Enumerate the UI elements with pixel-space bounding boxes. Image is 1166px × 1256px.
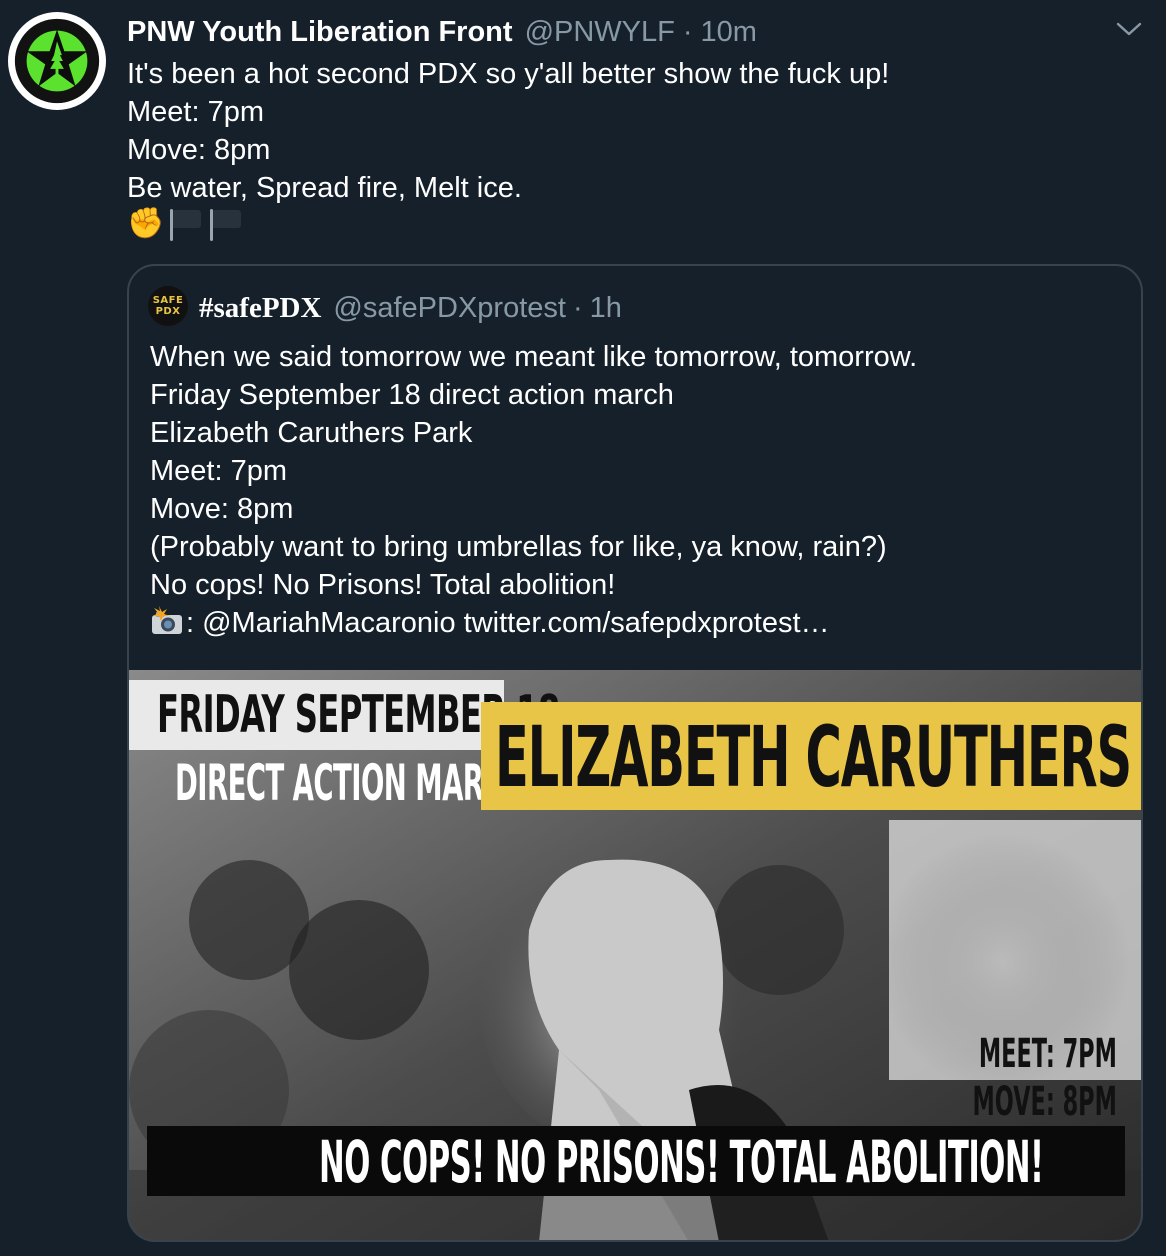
black-flag-icon (168, 207, 204, 241)
tweet-line: Move: 8pm (127, 134, 271, 166)
black-flag-icon (208, 207, 244, 241)
photo-credit[interactable]: : @MariahMacaronio twitter.com/safepdxpr… (186, 607, 830, 639)
flyer-meet-time: MEET: 7PM (978, 1031, 1117, 1077)
quote-avatar[interactable]: SAFE PDX (148, 286, 188, 326)
quote-text: When we said tomorrow we meant like tomo… (150, 338, 1130, 642)
tweet-line: It's been a hot second PDX so y'all bett… (127, 58, 890, 90)
tweet-line: Be water, Spread fire, Melt ice. (127, 172, 522, 204)
flyer-location: ELIZABETH CARUTHERS PARK (495, 708, 1141, 806)
quote-handle[interactable]: @safePDXprotest (333, 292, 566, 325)
tweet-header: PNW Youth Liberation Front @PNWYLF · 10m (127, 12, 757, 52)
quote-line: When we said tomorrow we meant like tomo… (150, 341, 918, 373)
quote-line: Friday September 18 direct action march (150, 379, 674, 411)
avatar-text: SAFE (152, 295, 184, 306)
pnwylf-logo (9, 13, 105, 109)
camera-flash-icon (150, 606, 186, 636)
flyer-times: MEET: 7PM MOVE: 8PM (973, 1030, 1117, 1126)
chevron-down-icon (1116, 22, 1142, 36)
quote-header: #safePDX @safePDXprotest · 1h (199, 288, 622, 328)
separator-dot: · (572, 291, 583, 324)
quote-line: Meet: 7pm (150, 455, 287, 487)
quote-credit-line: : @MariahMacaronio twitter.com/safepdxpr… (150, 604, 1130, 642)
flyer-move-time: MOVE: 8PM (972, 1079, 1117, 1125)
raised-fist-icon: ✊ (127, 207, 165, 240)
flyer-event-type: DIRECT ACTION MARCH (175, 754, 526, 812)
avatar[interactable] (8, 12, 106, 110)
event-flyer-image[interactable]: FRIDAY SEPTEMBER 18 DIRECT ACTION MARCH … (129, 670, 1141, 1240)
quote-display-name[interactable]: #safePDX (199, 292, 321, 325)
display-name[interactable]: PNW Youth Liberation Front (127, 16, 513, 49)
user-handle[interactable]: @PNWYLF (525, 16, 675, 49)
quote-line: No cops! No Prisons! Total abolition! (150, 569, 616, 601)
quote-line: Elizabeth Caruthers Park (150, 417, 473, 449)
quote-line: Move: 8pm (150, 493, 294, 525)
quote-timestamp[interactable]: 1h (590, 292, 622, 325)
more-options-button[interactable] (1112, 14, 1146, 44)
tweet-text: It's been a hot second PDX so y'all bett… (127, 55, 1127, 207)
emoji-row: ✊ (127, 205, 244, 243)
quote-line: (Probably want to bring umbrellas for li… (150, 531, 887, 563)
tweet-line: Meet: 7pm (127, 96, 264, 128)
avatar-text: PDX (155, 306, 181, 317)
flyer-slogan: NO COPS! NO PRISONS! TOTAL ABOLITION! (319, 1128, 1044, 1196)
quoted-tweet[interactable]: SAFE PDX #safePDX @safePDXprotest · 1h W… (127, 264, 1143, 1242)
timestamp[interactable]: 10m (701, 16, 757, 49)
separator-dot: · (682, 15, 693, 48)
